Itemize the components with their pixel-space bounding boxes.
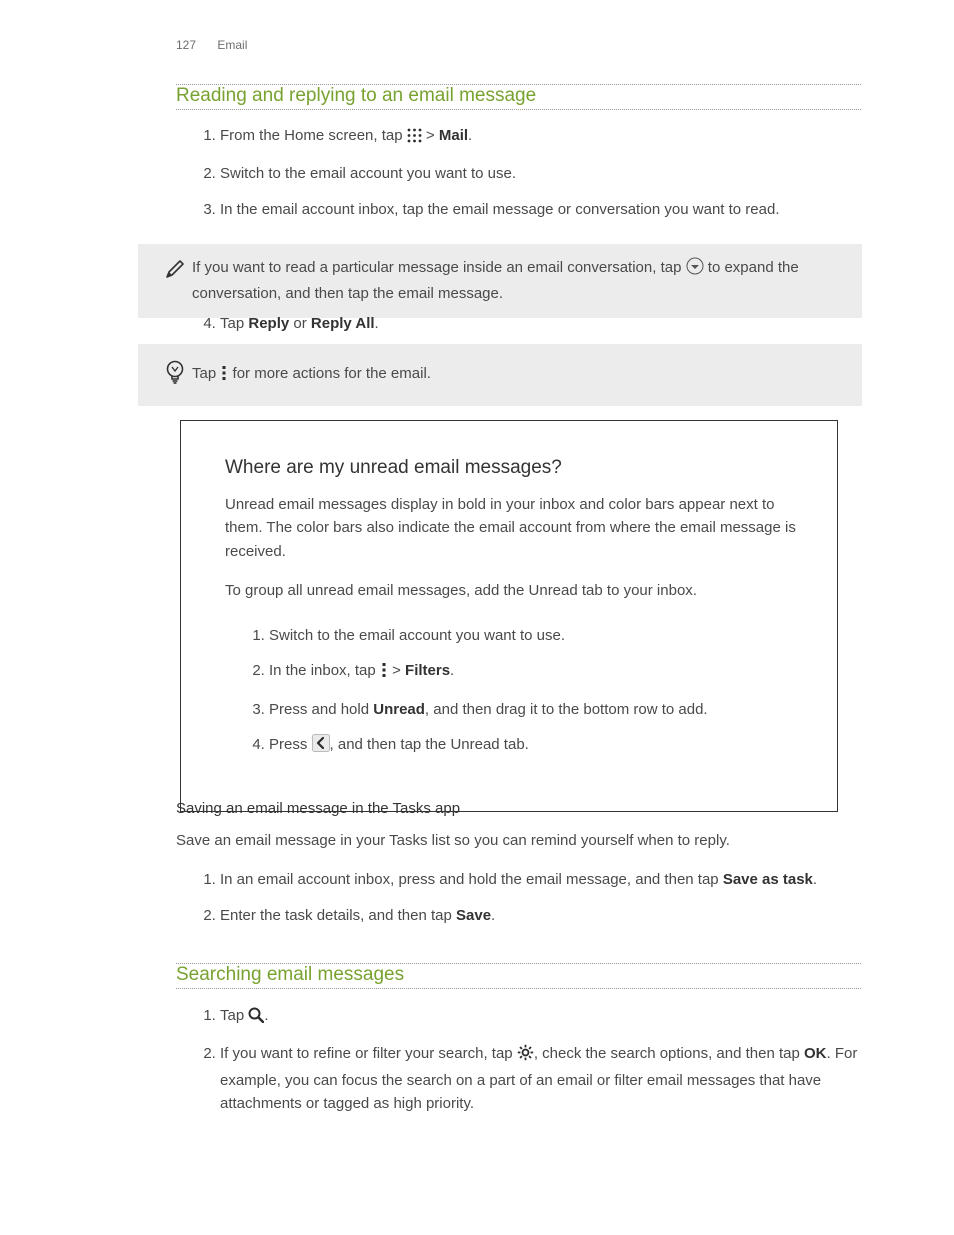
step-item: Press , and then tap the Unread tab. xyxy=(269,727,797,765)
steps-list-reading: From the Home screen, tap > Mail. Switch… xyxy=(176,118,861,227)
page-number: 127 xyxy=(176,38,196,52)
section-title-reading: Reading and replying to an email message xyxy=(176,85,544,107)
page-header: 127 Email xyxy=(176,38,247,52)
settings-gear-icon xyxy=(517,1044,534,1068)
steps-list-unread: Switch to the email account you want to … xyxy=(225,618,797,765)
search-icon xyxy=(248,1007,264,1030)
steps-list-saving: In an email account inbox, press and hol… xyxy=(176,862,861,933)
section-title-searching: Searching email messages xyxy=(176,964,412,986)
step-item: Enter the task details, and then tap Sav… xyxy=(220,898,861,933)
paragraph: Save an email message in your Tasks list… xyxy=(176,829,861,852)
subheading-saving: Saving an email message in the Tasks app xyxy=(176,800,861,817)
step-item: From the Home screen, tap > Mail. xyxy=(220,118,861,156)
callout-paragraph: Unread email messages display in bold in… xyxy=(225,493,797,563)
step-item: Switch to the email account you want to … xyxy=(220,156,861,191)
app-grid-icon xyxy=(407,127,422,150)
step-item: In the email account inbox, tap the emai… xyxy=(220,192,861,227)
step-item: Switch to the email account you want to … xyxy=(269,618,797,653)
tip-callout: Tap for more actions for the email. xyxy=(138,344,862,406)
step-item: Tap Reply or Reply All. xyxy=(220,306,861,341)
section-name: Email xyxy=(217,38,247,52)
step-item: In an email account inbox, press and hol… xyxy=(220,862,861,897)
steps-list-reading-cont: Tap Reply or Reply All. xyxy=(176,306,861,341)
step-item: Tap . xyxy=(220,998,861,1036)
lightbulb-icon xyxy=(158,360,192,390)
step-item: Press and hold Unread, and then drag it … xyxy=(269,692,797,727)
step-item: If you want to refine or filter your sea… xyxy=(220,1036,861,1121)
back-chevron-icon xyxy=(312,734,330,759)
pencil-icon xyxy=(158,256,192,287)
expand-dropdown-icon xyxy=(686,257,704,282)
step-item: In the inbox, tap > Filters. xyxy=(269,653,797,691)
callout-paragraph: To group all unread email messages, add … xyxy=(225,579,797,602)
callout-title: Where are my unread email messages? xyxy=(225,457,797,479)
callout-box-unread: Where are my unread email messages? Unre… xyxy=(180,420,838,812)
steps-list-searching: Tap . If you want to refine or filter yo… xyxy=(176,998,861,1121)
more-vertical-icon xyxy=(380,662,388,685)
